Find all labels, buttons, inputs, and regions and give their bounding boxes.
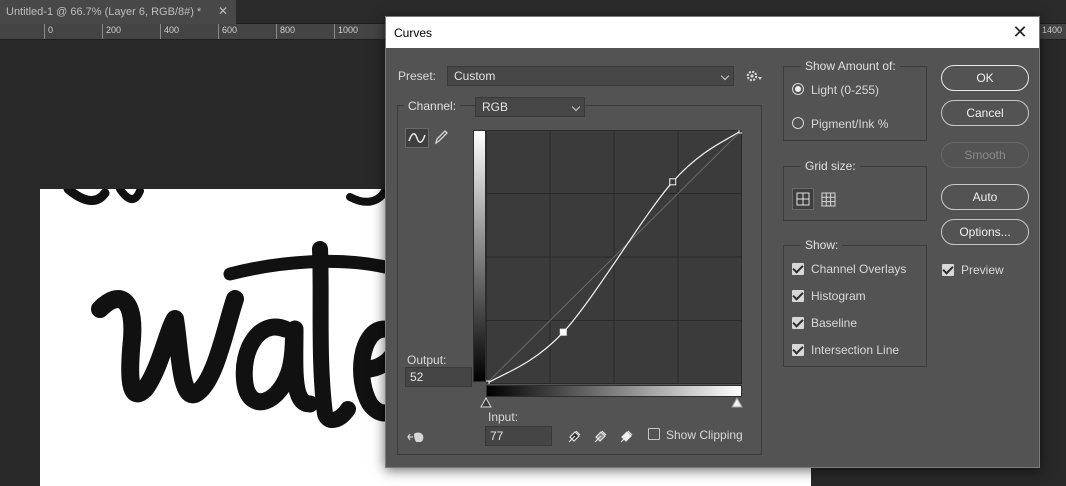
grid-size-title: Grid size: [801, 159, 860, 173]
channel-select[interactable]: RGB [475, 97, 585, 117]
show-amount-title: Show Amount of: [801, 59, 900, 73]
detailed-grid-icon[interactable] [820, 191, 838, 209]
channel-overlays-checkbox[interactable] [792, 263, 804, 275]
output-field[interactable]: 52 [405, 367, 472, 387]
input-value: 77 [490, 429, 504, 443]
histogram-checkbox[interactable] [792, 290, 804, 302]
curve-control-point[interactable] [669, 178, 677, 186]
cancel-button[interactable]: Cancel [941, 100, 1029, 126]
document-tab-title: Untitled-1 @ 66.7% (Layer 6, RGB/8#) * [6, 6, 202, 18]
preview-checkbox[interactable] [942, 264, 954, 276]
curve-control-point[interactable] [738, 130, 742, 134]
ruler-label: 200 [102, 24, 121, 39]
ruler-label: 1400 [1038, 24, 1062, 39]
histogram-label: Histogram [811, 289, 866, 303]
preset-value: Custom [454, 69, 496, 83]
curve-point-tool[interactable] [405, 128, 429, 148]
light-label: Light (0-255) [811, 83, 880, 97]
pencil-icon[interactable] [432, 128, 450, 146]
chevron-down-icon [571, 102, 581, 112]
smooth-button: Smooth [941, 142, 1029, 168]
input-field[interactable]: 77 [485, 426, 552, 446]
baseline-checkbox[interactable] [792, 317, 804, 329]
baseline-label: Baseline [811, 316, 858, 330]
simple-grid-button[interactable] [792, 188, 814, 210]
black-eyedropper-icon[interactable] [566, 427, 584, 445]
hand-adjust-icon[interactable] [406, 429, 428, 445]
channel-label: Channel: [404, 99, 461, 113]
output-value: 52 [410, 370, 424, 384]
curves-dialog: Curves ✕ Preset: Custom Channel: RGB Out [385, 16, 1040, 468]
ruler-label: 0 [44, 24, 53, 39]
show-clipping-label: Show Clipping [666, 428, 743, 442]
pigment-label: Pigment/Ink % [811, 117, 889, 131]
curve-control-point[interactable] [559, 328, 567, 336]
black-point-slider[interactable] [480, 397, 492, 409]
ruler-label: 400 [160, 24, 179, 39]
auto-button[interactable]: Auto [941, 184, 1029, 210]
chevron-down-icon [720, 71, 730, 81]
ruler-label: 800 [276, 24, 295, 39]
preset-select[interactable]: Custom [447, 66, 734, 86]
dialog-title: Curves [394, 25, 433, 40]
show-clipping-checkbox[interactable] [648, 428, 660, 440]
curve-graph[interactable] [486, 130, 742, 384]
preset-label: Preset: [398, 69, 437, 83]
curve-control-point[interactable] [486, 380, 490, 384]
output-gradient-bar [473, 130, 486, 382]
white-point-slider[interactable] [731, 397, 743, 409]
document-tab[interactable]: Untitled-1 @ 66.7% (Layer 6, RGB/8#) * [0, 0, 236, 24]
channel-value: RGB [482, 100, 509, 114]
ok-button[interactable]: OK [941, 65, 1029, 91]
pigment-radio[interactable] [792, 117, 804, 129]
options-button[interactable]: Options... [941, 219, 1029, 245]
simple-grid-icon [796, 192, 810, 206]
show-title: Show: [801, 238, 843, 252]
channel-overlays-label: Channel Overlays [811, 262, 907, 276]
close-icon[interactable]: ✕ [1011, 23, 1029, 41]
light-radio[interactable] [792, 83, 804, 95]
curve-tool-icon [408, 133, 426, 143]
input-gradient-bar [486, 385, 742, 397]
close-tab-icon[interactable]: ✕ [216, 4, 230, 18]
dialog-titlebar: Curves ✕ [386, 17, 1039, 48]
ruler-label: 1000 [334, 24, 358, 39]
intersection-line-checkbox[interactable] [792, 344, 804, 356]
output-label: Output: [407, 353, 447, 367]
intersection-line-label: Intersection Line [811, 343, 900, 357]
input-label: Input: [488, 410, 519, 424]
ruler-label: 600 [218, 24, 237, 39]
preview-label: Preview [961, 263, 1004, 277]
preset-options-gear-icon[interactable] [745, 69, 763, 83]
white-eyedropper-icon[interactable] [618, 427, 636, 445]
gray-eyedropper-icon[interactable] [592, 427, 610, 445]
